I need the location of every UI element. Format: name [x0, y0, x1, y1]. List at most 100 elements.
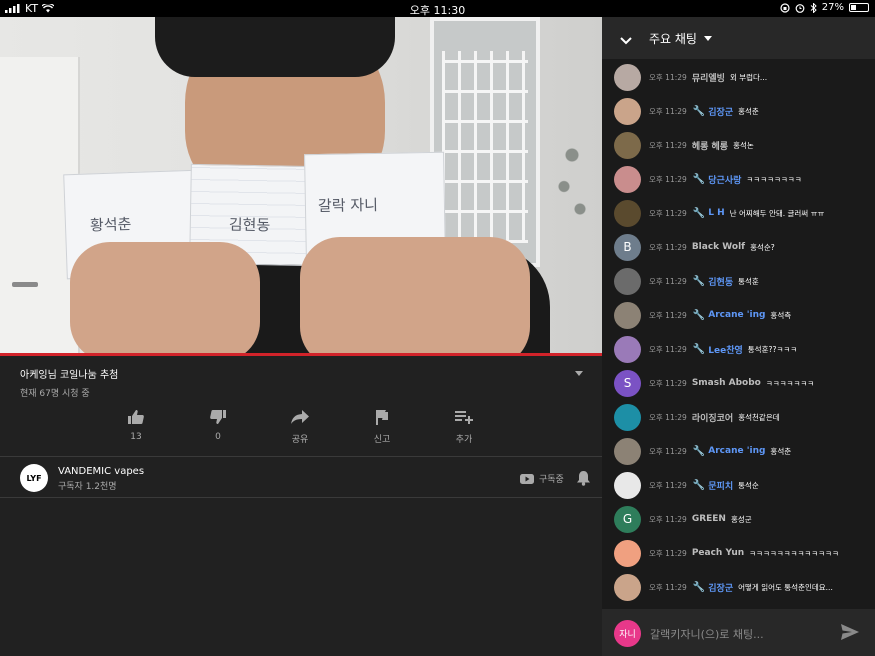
- chat-message[interactable]: 오후 11:29 🔧 Arcane 'ing 홍석춘: [614, 437, 872, 465]
- chat-author-name[interactable]: L H: [708, 208, 724, 218]
- chat-message[interactable]: B 오후 11:29 Black Wolf 홍석순?: [614, 233, 872, 261]
- chat-input-bar: 자니: [602, 609, 875, 656]
- chat-author-avatar[interactable]: [614, 471, 641, 499]
- chat-message-text: 난 어찌해두 안돼. 글러써 ㅠㅠ: [729, 208, 825, 218]
- chat-author-name[interactable]: 당근사랑: [708, 173, 741, 186]
- chat-author-avatar[interactable]: [614, 131, 641, 159]
- channel-avatar[interactable]: LYF: [20, 464, 48, 492]
- chat-author-name[interactable]: Lee찬영: [708, 343, 743, 356]
- chat-timestamp: 오후 11:29: [649, 242, 687, 252]
- chat-timestamp: 오후 11:29: [649, 276, 687, 286]
- moderator-wrench-icon: 🔧: [692, 581, 706, 593]
- subscribed-button[interactable]: 구독중: [520, 472, 564, 485]
- chat-author-name[interactable]: 김현동: [708, 275, 733, 288]
- chat-author-name[interactable]: Peach Yun: [692, 548, 744, 558]
- chat-message-text: 홍석천같은데: [738, 412, 780, 422]
- chat-author-name[interactable]: 김장군: [708, 581, 733, 594]
- collapse-chat-icon[interactable]: [619, 31, 633, 50]
- chat-author-name[interactable]: GREEN: [692, 514, 726, 524]
- chat-author-avatar[interactable]: [614, 165, 641, 193]
- chat-message[interactable]: 오후 11:29 🔧 Lee찬영 통석훈??ㅋㅋㅋ: [614, 335, 872, 363]
- alarm-icon: [795, 3, 805, 13]
- chat-author-avatar[interactable]: [614, 199, 641, 227]
- chat-mode-dropdown-icon[interactable]: [704, 36, 712, 41]
- chat-message[interactable]: 오후 11:29 라이징코어 홍석천같은데: [614, 403, 872, 431]
- chat-author-name[interactable]: 헤롱 헤롱: [692, 139, 728, 152]
- chat-author-avatar[interactable]: [614, 97, 641, 125]
- chat-message[interactable]: 오후 11:29 헤롱 헤롱 홍석논: [614, 131, 872, 159]
- chat-message-text: 홍석측: [770, 310, 792, 320]
- user-avatar: 자니: [614, 620, 641, 647]
- moderator-wrench-icon: 🔧: [692, 445, 706, 457]
- chat-message-text: 홍석춘: [770, 446, 792, 456]
- chat-author-avatar[interactable]: [614, 437, 641, 465]
- send-icon[interactable]: [840, 623, 860, 645]
- chat-author-name[interactable]: 문피치: [708, 479, 733, 492]
- chat-author-avatar[interactable]: [614, 335, 641, 363]
- chat-author-avatar[interactable]: [614, 573, 641, 601]
- chat-message[interactable]: 오후 11:29 🔧 L H 난 어찌해두 안돼. 글러써 ㅠㅠ: [614, 199, 872, 227]
- chat-message-text: 통석훈: [738, 276, 759, 286]
- video-info-panel: 아케잉님 코일나눔 추첨 현재 67명 시청 중 13 0 공유 신고 추가 L…: [0, 356, 602, 656]
- chat-timestamp: 오후 11:29: [649, 344, 687, 354]
- chat-timestamp: 오후 11:29: [649, 514, 687, 524]
- bell-icon[interactable]: [576, 470, 591, 490]
- chat-input[interactable]: [650, 625, 830, 643]
- chat-author-name[interactable]: Arcane 'ing: [708, 310, 765, 320]
- chat-header: 주요 채팅: [602, 17, 875, 59]
- video-actions: 13 0 공유 신고 추가: [95, 408, 505, 445]
- moderator-wrench-icon: 🔧: [692, 105, 706, 117]
- chat-author-avatar[interactable]: [614, 63, 641, 91]
- expand-description-icon[interactable]: [575, 371, 583, 376]
- chat-message-text: 홍석논: [733, 140, 754, 150]
- chat-timestamp: 오후 11:29: [649, 480, 687, 490]
- chat-message[interactable]: 오후 11:29 Peach Yun ㅋㅋㅋㅋㅋㅋㅋㅋㅋㅋㅋㅋㅋ: [614, 539, 872, 567]
- report-label: 신고: [373, 435, 391, 445]
- chat-message-text: 홍성군: [730, 514, 752, 524]
- person-cap: [155, 17, 395, 77]
- chat-message[interactable]: 오후 11:29 🔧 당근사랑 ㅋㅋㅋㅋㅋㅋㅋㅋ: [614, 165, 872, 193]
- chat-message[interactable]: 오후 11:29 🔧 김현동 통석훈: [614, 267, 872, 295]
- chat-timestamp: 오후 11:29: [649, 378, 687, 388]
- chat-author-avatar[interactable]: B: [614, 233, 641, 261]
- chat-author-name[interactable]: Arcane 'ing: [708, 446, 765, 456]
- like-button[interactable]: 13: [95, 408, 177, 445]
- chat-message[interactable]: G 오후 11:29 GREEN 홍성군: [614, 505, 872, 533]
- chat-author-avatar[interactable]: [614, 267, 641, 295]
- chat-message[interactable]: 오후 11:29 🔧 Arcane 'ing 홍석측: [614, 301, 872, 329]
- chat-message-text: ㅋㅋㅋㅋㅋㅋㅋㅋ: [746, 174, 802, 184]
- add-to-playlist-button[interactable]: 추가: [423, 408, 505, 445]
- dislike-button[interactable]: 0: [177, 408, 259, 445]
- subscriber-count: 구독자 1.2천명: [58, 482, 117, 492]
- chat-message[interactable]: 오후 11:29 🔧 김장군 홍석춘: [614, 97, 872, 125]
- chat-author-avatar[interactable]: [614, 403, 641, 431]
- chat-author-avatar[interactable]: G: [614, 505, 641, 533]
- chat-author-name[interactable]: Black Wolf: [692, 242, 745, 252]
- chat-message-list[interactable]: 오후 11:29 뮤리엘빙 외 부럽다... 오후 11:29 🔧 김장군 홍석춘 오후 11…: [602, 59, 875, 609]
- chat-author-avatar[interactable]: [614, 301, 641, 329]
- chat-timestamp: 오후 11:29: [649, 174, 687, 184]
- chat-author-avatar[interactable]: S: [614, 369, 641, 397]
- video-player[interactable]: 황석춘 김현동 갈락 자니: [0, 17, 602, 354]
- chat-message[interactable]: S 오후 11:29 Smash Abobo ㅋㅋㅋㅋㅋㅋㅋ: [614, 369, 872, 397]
- channel-name[interactable]: VANDEMIC vapes: [58, 466, 144, 477]
- chat-author-avatar[interactable]: [614, 539, 641, 567]
- report-button[interactable]: 신고: [341, 408, 423, 445]
- chat-message-text: 어떻게 읽어도 통석춘인데요...: [738, 582, 833, 592]
- chat-author-name[interactable]: Smash Abobo: [692, 378, 761, 388]
- chat-timestamp: 오후 11:29: [649, 412, 687, 422]
- chat-message[interactable]: 오후 11:29 🔧 김장군 어떻게 읽어도 통석춘인데요...: [614, 573, 872, 601]
- share-icon: [290, 408, 310, 426]
- moderator-wrench-icon: 🔧: [692, 479, 706, 491]
- video-title: 아케잉님 코일나눔 추첨: [20, 370, 119, 381]
- chat-author-name[interactable]: 김장군: [708, 105, 733, 118]
- moderator-wrench-icon: 🔧: [692, 207, 706, 219]
- chat-author-name[interactable]: 뮤리엘빙: [692, 71, 725, 84]
- chat-author-name[interactable]: 라이징코어: [692, 411, 733, 424]
- chat-message[interactable]: 오후 11:29 🔧 문피치 통석순: [614, 471, 872, 499]
- chat-message[interactable]: 오후 11:29 뮤리엘빙 외 부럽다...: [614, 63, 872, 91]
- moderator-wrench-icon: 🔧: [692, 343, 706, 355]
- chat-mode-title[interactable]: 주요 채팅: [649, 30, 697, 47]
- share-button[interactable]: 공유: [259, 408, 341, 445]
- chat-timestamp: 오후 11:29: [649, 582, 687, 592]
